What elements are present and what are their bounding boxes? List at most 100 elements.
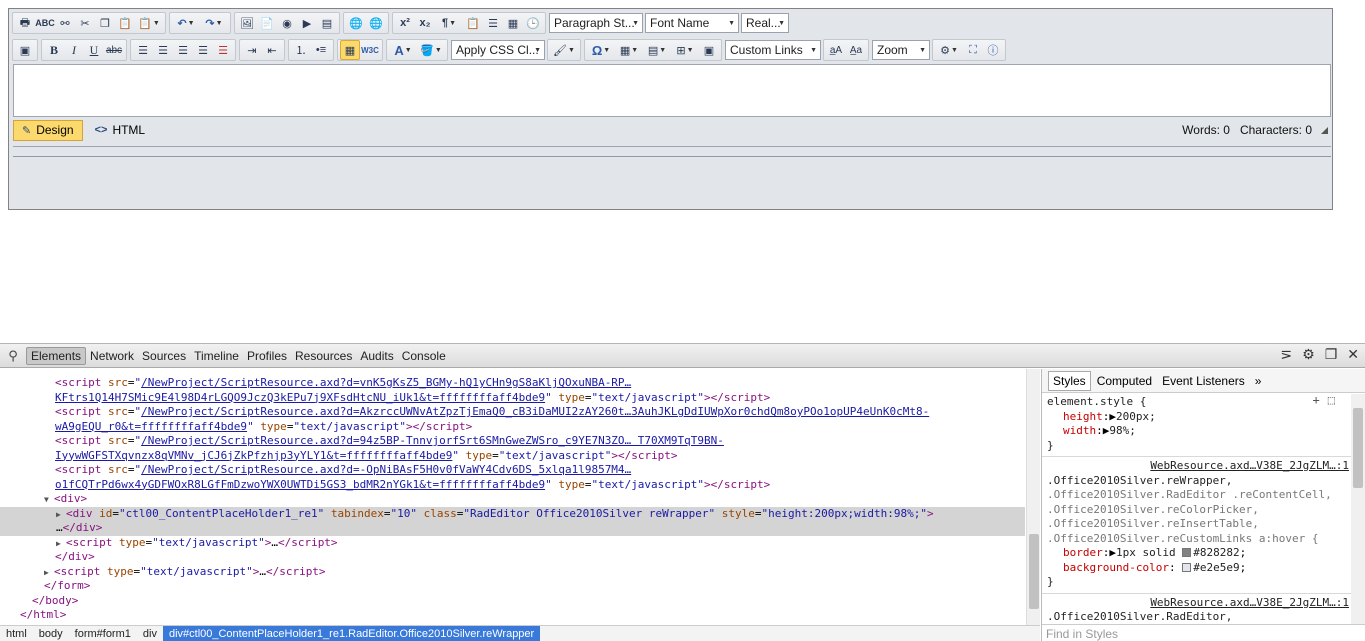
tab-network[interactable]: Network <box>86 347 138 365</box>
image-manager-button[interactable]: 🖼 <box>237 13 257 33</box>
insert-form-element-button[interactable]: 📋 <box>463 13 483 33</box>
paragraph-style-dropdown[interactable]: Paragraph St... ▼ <box>549 13 643 33</box>
font-name-dropdown[interactable]: Font Name ▼ <box>645 13 739 33</box>
cut-button[interactable]: ✂ <box>75 13 95 33</box>
dom-line[interactable]: </body> <box>0 594 1025 609</box>
about-dialog-button[interactable]: ⓘ <box>983 40 1003 60</box>
flash-manager-button[interactable]: ◉ <box>277 13 297 33</box>
inspect-search-icon[interactable]: ⚲ <box>0 348 26 364</box>
dom-line[interactable]: IyywWGFSTXqvnzx8qVMNv_jCJ6jZkPfzhjp3yYLY… <box>0 449 1025 464</box>
script-src-link[interactable]: IyywWGFSTXqvnzx8qVMNv_jCJ6jZkPfzhjp3yYLY… <box>55 449 452 462</box>
underline-button[interactable]: U <box>84 40 104 60</box>
script-src-link[interactable]: /NewProject/ScriptResource.axd?d=-OpNiBA… <box>141 463 631 476</box>
color-swatch[interactable] <box>1182 562 1192 572</box>
style-property[interactable]: width:▶98%; <box>1047 424 1359 439</box>
tab-console[interactable]: Console <box>398 347 450 365</box>
table-properties-button[interactable]: ▤ ▼ <box>643 40 671 60</box>
more-tabs-icon[interactable]: » <box>1251 372 1266 390</box>
breadcrumb-current[interactable]: div#ctl00_ContentPlaceHolder1_re1.RadEdi… <box>162 625 541 641</box>
style-property[interactable]: border:▶1px solid #828282; <box>1047 546 1359 561</box>
back-color-button[interactable]: 🪣 ▼ <box>417 40 445 60</box>
script-src-link[interactable]: KFtrs1Q14H7SMic9E4l98D4rLGQO9JczQ3kEPu7j… <box>55 391 545 404</box>
custom-links-dropdown[interactable]: Custom Links ▼ <box>725 40 821 60</box>
script-src-link[interactable]: o1fCQTrPd6wx4yGDFWOxR8LGfFmDzwoYWX0UWTDi… <box>55 478 545 491</box>
dom-line[interactable]: </form> <box>0 579 1025 594</box>
insert-symbol-button[interactable]: Ω ▼ <box>587 40 615 60</box>
collapsed-triangle-icon[interactable]: ▶ <box>56 508 66 523</box>
insert-time-button[interactable]: 🕒 <box>523 13 543 33</box>
rule-source-link[interactable]: WebResource.axd…V38E_2JgZLM…:1 <box>1047 459 1359 474</box>
new-paragraph-button[interactable]: ¶ ▼ <box>435 13 463 33</box>
superscript-button[interactable]: x² <box>395 13 415 33</box>
numbered-list-button[interactable]: ⒈ <box>291 40 311 60</box>
script-src-link[interactable]: wA9gEQU_r0&t=ffffffffaff4bde9 <box>55 420 247 433</box>
resize-grip-icon[interactable] <box>1321 127 1328 134</box>
outdent-button[interactable]: ⇤ <box>262 40 282 60</box>
element-state-icon[interactable]: ⬚ <box>1328 393 1343 407</box>
insert-date-button[interactable]: ▦ <box>503 13 523 33</box>
align-center-button[interactable]: ☰ <box>153 40 173 60</box>
dom-line[interactable]: wA9gEQU_r0&t=ffffffffaff4bde9" type="tex… <box>0 420 1025 435</box>
convert-to-lower-button[interactable]: a̲A <box>826 40 846 60</box>
insert-custom-link-button[interactable]: ▣ <box>699 40 719 60</box>
script-src-link[interactable]: /NewProject/ScriptResource.axd?d=vnK5gKs… <box>141 376 631 389</box>
show-drawer-icon[interactable]: ⋝ <box>1280 346 1292 363</box>
insert-table-button[interactable]: ▦ ▼ <box>615 40 643 60</box>
breadcrumb-body[interactable]: body <box>33 628 69 640</box>
tab-computed[interactable]: Computed <box>1093 372 1156 390</box>
dom-line[interactable]: <script src="/NewProject/ScriptResource.… <box>0 434 1025 449</box>
collapsed-triangle-icon[interactable]: ▶ <box>44 566 54 581</box>
dom-line[interactable]: <script src="/NewProject/ScriptResource.… <box>0 405 1025 420</box>
styles-scrollbar[interactable] <box>1351 394 1365 624</box>
toggle-screen-mode-button[interactable]: ⛶ <box>963 40 983 60</box>
convert-to-upper-button[interactable]: A̲a <box>846 40 866 60</box>
bold-button[interactable]: B <box>44 40 64 60</box>
dom-line[interactable]: </html> <box>0 608 1025 623</box>
add-rule-icon[interactable]: + <box>1313 393 1328 407</box>
breadcrumb-div[interactable]: div <box>137 628 163 640</box>
fore-color-button[interactable]: A ▼ <box>389 40 417 60</box>
dom-line[interactable]: ▼ <div> <box>0 492 1025 507</box>
tab-profiles[interactable]: Profiles <box>243 347 291 365</box>
breadcrumb-form[interactable]: form#form1 <box>69 628 137 640</box>
format-stripper-button[interactable]: 🖌 ▼ <box>550 40 578 60</box>
indent-button[interactable]: ⇥ <box>242 40 262 60</box>
dom-scrollbar[interactable] <box>1026 369 1040 626</box>
strikethrough-button[interactable]: abc <box>104 40 124 60</box>
italic-button[interactable]: I <box>64 40 84 60</box>
dom-line[interactable]: <script src="/NewProject/ScriptResource.… <box>0 376 1025 391</box>
align-right-button[interactable]: ☰ <box>173 40 193 60</box>
html-mode-tab[interactable]: <> HTML <box>87 120 154 141</box>
gear-icon[interactable]: ⚙ <box>1302 346 1315 363</box>
module-manager-button[interactable]: ⚙ ▼ <box>935 40 963 60</box>
style-property[interactable]: height:▶200px; <box>1047 410 1359 425</box>
real-font-size-dropdown[interactable]: Real... ▼ <box>741 13 789 33</box>
tab-sources[interactable]: Sources <box>138 347 190 365</box>
tab-styles[interactable]: Styles <box>1048 370 1091 391</box>
collapsed-triangle-icon[interactable]: ▶ <box>56 537 66 552</box>
dom-line[interactable]: ▶ <script type="text/javascript">…</scrip… <box>0 536 1025 551</box>
toggle-table-border-button[interactable]: ▦ <box>340 40 360 60</box>
bulleted-list-button[interactable]: •≡ <box>311 40 331 60</box>
tab-audits[interactable]: Audits <box>356 347 397 365</box>
tab-timeline[interactable]: Timeline <box>190 347 243 365</box>
script-src-link[interactable]: /NewProject/ScriptResource.axd?d=94z5BP-… <box>141 434 724 447</box>
dom-line[interactable]: <script src="/NewProject/ScriptResource.… <box>0 463 1025 478</box>
media-manager-button[interactable]: ▶ <box>297 13 317 33</box>
justify-button[interactable]: ☰ <box>193 40 213 60</box>
hyperlink-manager-button[interactable]: 🌐 <box>346 13 366 33</box>
dom-line[interactable]: KFtrs1Q14H7SMic9E4l98D4rLGQO9JczQ3kEPu7j… <box>0 391 1025 406</box>
paste-options-button[interactable]: 📋 ▼ <box>135 13 163 33</box>
rule-source-link[interactable]: WebResource.axd…V38E_2JgZLM…:1 <box>1047 596 1359 611</box>
spellcheck-button[interactable]: ABC <box>35 13 55 33</box>
image-map-button[interactable]: ▣ <box>15 40 35 60</box>
undo-button[interactable]: ↶ ▼ <box>172 13 200 33</box>
remove-link-button[interactable]: 🌐 <box>366 13 386 33</box>
horizontal-rule-button[interactable]: ☰ <box>483 13 503 33</box>
dock-icon[interactable]: ❐ <box>1325 346 1338 363</box>
print-button[interactable]: 🖶 <box>15 13 35 33</box>
expanded-triangle-icon[interactable]: ▼ <box>44 493 54 508</box>
style-property[interactable]: background-color: #e2e5e9; <box>1047 561 1359 576</box>
design-mode-tab[interactable]: ✎ Design <box>13 119 83 141</box>
redo-button[interactable]: ↷ ▼ <box>200 13 228 33</box>
